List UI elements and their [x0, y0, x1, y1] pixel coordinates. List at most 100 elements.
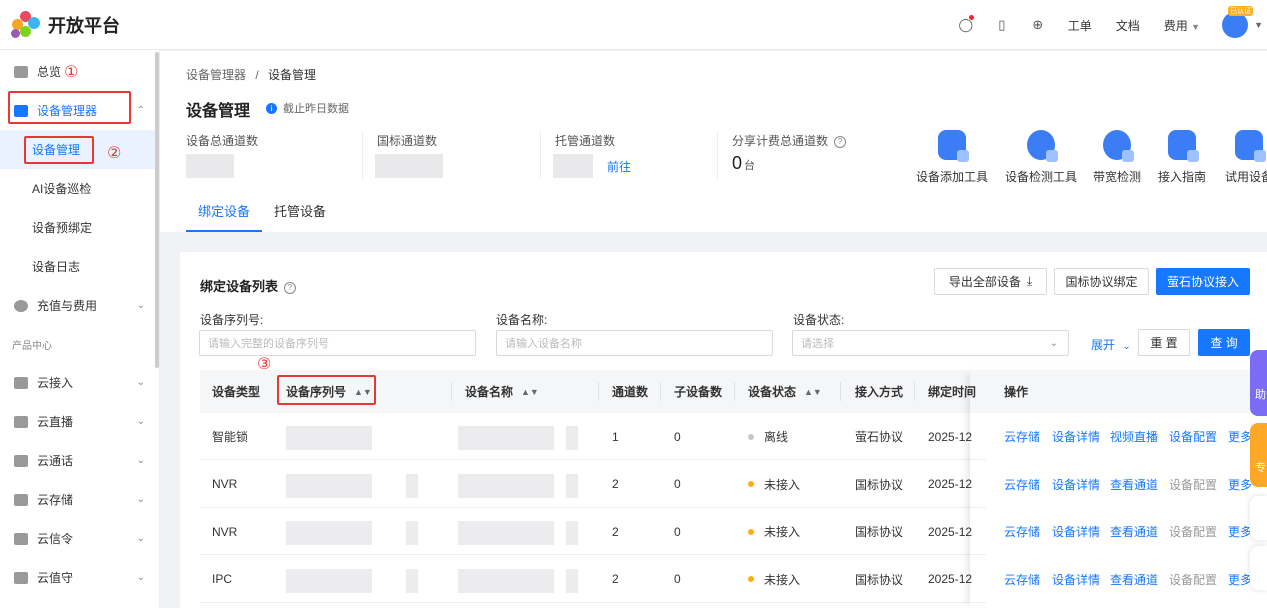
reset-button[interactable]: 重 置: [1138, 329, 1190, 356]
table-header: 设备类型 设备序列号 ▲▼ 设备名称 ▲▼ 通道数 子设备数 设备状态 ▲▼ 接入方式…: [200, 370, 1267, 413]
action-link[interactable]: 设备配置: [1169, 428, 1217, 445]
export-all-button[interactable]: 导出全部设备 ⤓: [934, 268, 1047, 295]
stat-shared-channels: 分享计费总通道数? 0台: [732, 132, 847, 174]
col-device-name[interactable]: 设备名称 ▲▼: [465, 370, 539, 413]
tool-trial-device[interactable]: 试用设备: [1225, 130, 1267, 185]
app-name: 开放平台: [48, 15, 120, 36]
col-serial[interactable]: 设备序列号 ▲▼: [286, 370, 372, 413]
annotation-2: ②: [107, 145, 122, 162]
action-link[interactable]: 查看通道: [1110, 476, 1158, 493]
ys-access-button[interactable]: 萤石协议接入: [1156, 268, 1250, 295]
serial-input[interactable]: 请输入完整的设备序列号: [199, 330, 476, 356]
tool-access-guide[interactable]: 接入指南: [1158, 130, 1206, 185]
bag-icon[interactable]: [1250, 496, 1267, 540]
guide-icon: [1168, 130, 1199, 162]
col-label: 设备状态: [748, 385, 797, 399]
tool-device-check[interactable]: 设备检测工具: [1005, 130, 1077, 185]
sidebar: 总览 设备管理器 ⌃ 设备管理 AI设备巡检 设备预绑定 设备日志 充值与费用 ⌄ …: [0, 50, 160, 608]
annotation-1: ①: [64, 64, 79, 81]
tool-bandwidth[interactable]: 带宽检测: [1093, 130, 1141, 185]
table-row: 智能锁 1 0 离线 萤石协议 2025-12 云存储 设备详情 视频直播 设备配置 更多: [200, 413, 1267, 460]
nav-label: 云接入: [37, 376, 74, 390]
tab-bound-devices[interactable]: 绑定设备: [186, 201, 263, 232]
blurred-name-suffix: [566, 426, 578, 450]
action-link[interactable]: 云存储: [1004, 523, 1040, 540]
feedback-icon[interactable]: [1250, 546, 1267, 590]
caret-down-icon: ▼: [1191, 21, 1201, 32]
action-link[interactable]: 更多: [1228, 523, 1252, 540]
action-link[interactable]: 云存储: [1004, 571, 1040, 588]
help-icon[interactable]: ?: [284, 282, 297, 294]
action-link[interactable]: 查看通道: [1110, 571, 1158, 588]
blurred-serial-suffix: [406, 568, 418, 593]
blurred-name: [458, 426, 554, 450]
cell-channels: 2: [612, 477, 619, 491]
query-button[interactable]: 查 询: [1198, 329, 1250, 356]
nav-cloud-guard[interactable]: 云值守 ⌄: [0, 558, 159, 597]
nav-device-log[interactable]: 设备日志: [0, 247, 159, 286]
action-link[interactable]: 查看通道: [1110, 523, 1158, 540]
avatar[interactable]: 已认证: [1222, 6, 1254, 38]
nav-cloud-call[interactable]: 云通话 ⌄: [0, 441, 159, 480]
col-status[interactable]: 设备状态 ▲▼: [748, 370, 822, 413]
nav-device-manager[interactable]: 设备管理器 ⌃: [0, 91, 159, 130]
help-icon[interactable]: ?: [834, 136, 847, 148]
avatar-caret-icon[interactable]: ▼: [1254, 20, 1263, 30]
compass-icon[interactable]: ⊕: [1020, 0, 1056, 50]
breadcrumb-parent[interactable]: 设备管理器: [186, 68, 246, 82]
gb-bind-button[interactable]: 国标协议绑定: [1054, 268, 1149, 295]
product-center-label: 产品中心: [12, 340, 52, 352]
action-link[interactable]: 设备详情: [1052, 571, 1100, 588]
nav-pre-binding[interactable]: 设备预绑定: [0, 208, 159, 247]
action-link[interactable]: 设备详情: [1052, 523, 1100, 540]
tab-hosted-devices[interactable]: 托管设备: [262, 201, 338, 232]
action-link[interactable]: 设备详情: [1052, 428, 1100, 445]
bell-icon[interactable]: ◯: [948, 0, 984, 50]
nav-device-management[interactable]: 设备管理: [0, 130, 159, 169]
nav-ai-inspection[interactable]: AI设备巡检: [0, 169, 159, 208]
blurred-value: [186, 154, 234, 178]
nav-overview[interactable]: 总览: [0, 52, 159, 91]
fee-menu[interactable]: 费用 ▼: [1152, 17, 1212, 34]
action-link[interactable]: 设备详情: [1052, 476, 1100, 493]
table-row: NVR 2 0 未接入 国标协议 2025-12 云存储 设备详情 查看通道 设备配置 更多: [200, 460, 1267, 508]
expand-filters-link[interactable]: 展开 ⌄: [1091, 336, 1131, 353]
action-link[interactable]: 云存储: [1004, 476, 1040, 493]
status-select[interactable]: 请选择 ⌄: [792, 330, 1069, 356]
coin-icon: [14, 299, 28, 312]
blurred-name-suffix: [566, 521, 578, 545]
action-link[interactable]: 更多: [1228, 476, 1252, 493]
action-link[interactable]: 更多: [1228, 571, 1252, 588]
nav-cloud-signal[interactable]: 云信令 ⌄: [0, 519, 159, 558]
cell-status: 未接入: [748, 508, 800, 555]
goto-link[interactable]: 前往: [607, 158, 631, 175]
assistant-widget[interactable]: 助: [1250, 350, 1267, 416]
cell-access: 国标协议: [855, 525, 904, 539]
nav-cloud-access[interactable]: 云接入 ⌄: [0, 363, 159, 402]
name-input[interactable]: 请输入设备名称: [496, 330, 773, 356]
action-link[interactable]: 更多: [1228, 428, 1252, 445]
sort-icon: ▲▼: [804, 386, 822, 397]
tool-device-add[interactable]: 设备添加工具: [916, 130, 988, 185]
server-icon: [14, 104, 28, 117]
logo[interactable]: 开放平台: [11, 10, 120, 39]
cloud-icon: [14, 415, 28, 428]
chevron-down-icon: ⌄: [136, 494, 145, 505]
docs-link[interactable]: 文档: [1104, 17, 1152, 34]
cell-bind-time: 2025-12: [928, 524, 973, 539]
mobile-icon[interactable]: ▯: [984, 0, 1020, 50]
action-link[interactable]: 设备配置: [1169, 571, 1217, 588]
stat-gb-channels: 国标通道数: [375, 132, 443, 178]
status-text: 离线: [764, 430, 789, 444]
action-link[interactable]: 设备配置: [1169, 523, 1217, 540]
action-link[interactable]: 视频直播: [1110, 428, 1158, 445]
action-link[interactable]: 设备配置: [1169, 476, 1217, 493]
nav-cloud-live[interactable]: 云直播 ⌄: [0, 402, 159, 441]
stat-label: 国标通道数: [377, 134, 438, 148]
sidebar-scrollbar[interactable]: [155, 52, 159, 368]
nav-billing[interactable]: 充值与费用 ⌄: [0, 286, 159, 325]
expert-widget[interactable]: 专: [1250, 423, 1267, 487]
action-link[interactable]: 云存储: [1004, 428, 1040, 445]
nav-cloud-storage[interactable]: 云存储 ⌄: [0, 480, 159, 519]
ticket-link[interactable]: 工单: [1056, 17, 1104, 34]
